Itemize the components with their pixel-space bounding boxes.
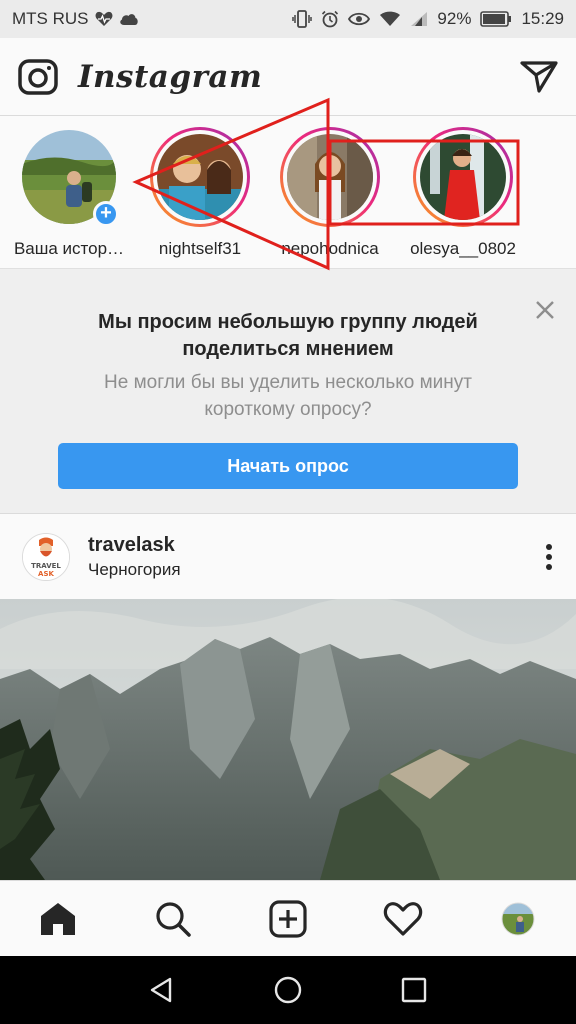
story-name: nepohodnica (281, 239, 379, 258)
story-item[interactable]: olesya__0802 (398, 127, 528, 259)
camera-icon[interactable] (18, 58, 58, 95)
instagram-logo[interactable]: Instagram (78, 59, 262, 95)
story-avatar-ring (413, 127, 513, 227)
alarm-icon (321, 10, 339, 28)
story-own[interactable]: + Ваша истор… (4, 127, 134, 259)
survey-description: Не могли бы вы уделить несколько минут к… (0, 369, 576, 423)
post-author-avatar[interactable]: TRAVEL ASK (22, 533, 70, 581)
battery-icon (480, 11, 512, 27)
signal-icon (410, 11, 428, 27)
story-avatar-photo (287, 134, 373, 220)
story-avatar-ring: + (19, 127, 119, 227)
post-username[interactable]: travelask (88, 534, 181, 557)
avatar-logo-text: TRAVEL (31, 562, 61, 570)
status-bar: MTS RUS 92% 15:29 (0, 0, 576, 38)
survey-card: Мы просим небольшую группу людей поделит… (0, 268, 576, 514)
add-story-icon[interactable]: + (93, 201, 119, 227)
back-icon[interactable] (148, 976, 176, 1004)
survey-text-line: Не могли бы вы уделить несколько минут (104, 372, 472, 393)
system-navigation-bar (0, 956, 576, 1024)
story-avatar-photo (157, 134, 243, 220)
activity-heart-icon[interactable] (373, 889, 433, 949)
story-name: Ваша истор… (13, 239, 125, 258)
avatar-logo-text: ASK (38, 570, 54, 578)
story-avatar-ring (150, 127, 250, 227)
clock-time: 15:29 (521, 9, 564, 28)
post-location[interactable]: Черногория (88, 560, 181, 580)
wifi-icon (379, 11, 401, 27)
new-post-icon[interactable] (258, 889, 318, 949)
post-header: TRAVEL ASK travelask Черногория (0, 515, 576, 599)
stories-tray: + Ваша истор… nightself31 nepohodnica ol… (0, 117, 576, 267)
eye-icon (348, 12, 371, 26)
story-avatar-ring (280, 127, 380, 227)
profile-avatar[interactable] (488, 889, 548, 949)
more-options-icon[interactable] (544, 542, 554, 572)
story-name: nightself31 (158, 239, 242, 258)
vibrate-icon (292, 10, 313, 28)
top-app-bar: Instagram (0, 38, 576, 116)
survey-title: Мы просим небольшую группу людей поделит… (0, 309, 576, 363)
search-icon[interactable] (143, 889, 203, 949)
bottom-tab-bar (0, 880, 576, 956)
survey-title-line: Мы просим небольшую группу людей (98, 311, 478, 333)
direct-send-icon[interactable] (520, 60, 558, 94)
home-icon[interactable] (28, 889, 88, 949)
carrier-label: MTS RUS (12, 9, 89, 28)
story-item[interactable]: nightself31 (135, 127, 265, 259)
home-circle-icon[interactable] (273, 975, 303, 1005)
start-survey-button[interactable]: Начать опрос (58, 443, 518, 489)
story-avatar-photo (420, 134, 506, 220)
cloud-icon (119, 12, 139, 26)
health-heart-icon (95, 11, 113, 27)
story-item[interactable]: nepohodnica (265, 127, 395, 259)
survey-title-line: поделиться мнением (182, 338, 394, 360)
post-photo[interactable] (0, 599, 576, 880)
story-name: olesya__0802 (410, 239, 516, 258)
battery-percent: 92% (437, 9, 472, 28)
survey-text-line: короткому опросу? (204, 399, 372, 420)
recents-square-icon[interactable] (400, 976, 428, 1004)
